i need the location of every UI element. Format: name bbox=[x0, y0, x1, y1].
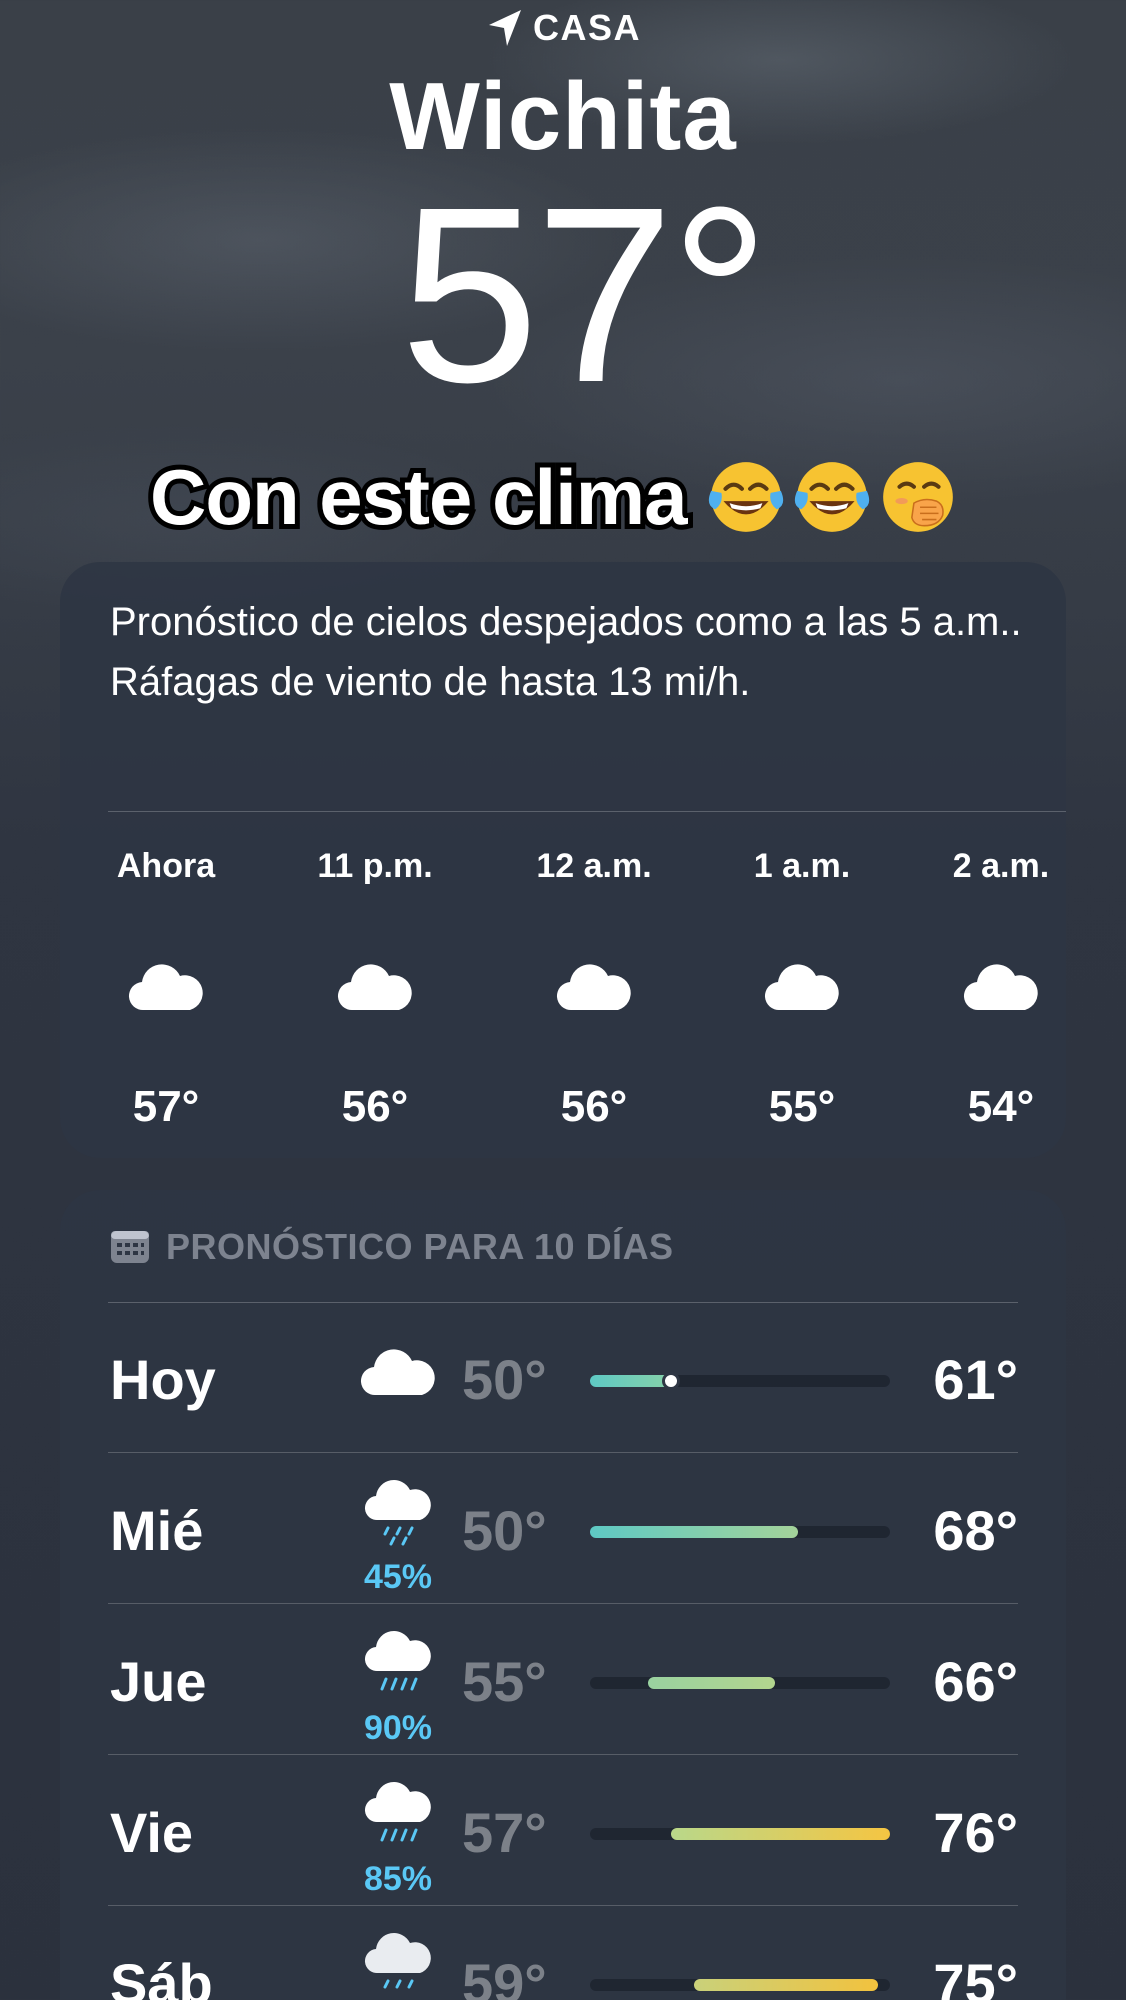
day-low: 59° bbox=[462, 1952, 547, 2000]
day-row[interactable]: Jue 90% 55° 66° bbox=[108, 1605, 1018, 1755]
current-temperature: 57° bbox=[399, 155, 770, 434]
cloud-icon bbox=[128, 964, 203, 1011]
hourly-item[interactable]: Ahora 57° bbox=[76, 562, 256, 1158]
temperature-range-fill bbox=[670, 1828, 890, 1840]
video-caption: Con este clima bbox=[145, 448, 959, 546]
cloud-rain-icon bbox=[364, 1631, 431, 1691]
tears-of-joy-emoji bbox=[794, 462, 869, 532]
hourly-item[interactable]: 1 a.m. 55° bbox=[712, 562, 892, 1158]
day-high: 66° bbox=[933, 1650, 1018, 1713]
temperature-range-bar bbox=[590, 1372, 890, 1390]
day-row[interactable]: Sáb 59° 75° bbox=[108, 1907, 1018, 2000]
day-name: Vie bbox=[110, 1801, 194, 1864]
day-name: Mié bbox=[110, 1499, 204, 1562]
day-low: 50° bbox=[462, 1348, 547, 1411]
hour-temperature: 54° bbox=[967, 1082, 1035, 1131]
hour-temperature: 55° bbox=[768, 1082, 836, 1131]
emoji-row bbox=[705, 456, 959, 538]
day-row[interactable]: Mié 45% 50° 68° bbox=[108, 1454, 1018, 1604]
hour-label: 11 p.m. bbox=[317, 847, 433, 885]
hour-label: 12 a.m. bbox=[536, 847, 652, 885]
day-high: 61° bbox=[933, 1348, 1018, 1411]
cloud-icon bbox=[337, 964, 412, 1011]
location-label: CASA bbox=[532, 7, 641, 48]
daily-header: PRONÓSTICO PARA 10 DÍAS bbox=[110, 1226, 674, 1268]
hand-over-mouth-emoji bbox=[882, 462, 953, 532]
precipitation-chance: 85% bbox=[363, 1860, 433, 1898]
hour-temperature: 56° bbox=[341, 1082, 409, 1131]
row-divider bbox=[108, 1603, 1018, 1604]
cloud-rain-icon bbox=[364, 1480, 431, 1546]
temperature-range-fill bbox=[693, 1979, 879, 1991]
day-low: 55° bbox=[462, 1650, 547, 1713]
day-low: 57° bbox=[462, 1801, 547, 1864]
cloud-rain-icon bbox=[364, 1782, 431, 1842]
precipitation-chance: 90% bbox=[363, 1709, 433, 1747]
cloud-rain-icon bbox=[364, 1933, 431, 1989]
caption-text: Con este clima bbox=[145, 448, 693, 546]
temperature-range-fill bbox=[647, 1677, 775, 1689]
day-row[interactable]: Vie 85% 57° 76° bbox=[108, 1756, 1018, 1906]
cloud-icon bbox=[556, 964, 631, 1011]
temperature-range-fill bbox=[590, 1375, 671, 1387]
row-divider bbox=[108, 1905, 1018, 1906]
tears-of-joy-emoji bbox=[708, 462, 783, 532]
temperature-range-bar bbox=[590, 1526, 890, 1538]
current-temperature-dot bbox=[661, 1372, 680, 1390]
cloud-icon bbox=[764, 964, 839, 1011]
cloud-icon bbox=[360, 1349, 435, 1396]
daily-title: PRONÓSTICO PARA 10 DÍAS bbox=[166, 1226, 674, 1267]
cloud-icon bbox=[963, 964, 1038, 1011]
day-name: Hoy bbox=[110, 1348, 216, 1411]
location-arrow-icon bbox=[488, 10, 521, 46]
day-high: 75° bbox=[933, 1952, 1018, 2000]
temperature-range-bar bbox=[590, 1677, 890, 1689]
hour-temperature: 57° bbox=[132, 1082, 200, 1131]
location-row: CASA bbox=[0, 4, 1126, 52]
hourly-item[interactable]: 12 a.m. 56° bbox=[504, 562, 684, 1158]
day-name: Jue bbox=[110, 1650, 207, 1713]
row-divider bbox=[108, 1754, 1018, 1755]
day-row[interactable]: Hoy 50° 61° bbox=[108, 1303, 1018, 1453]
calendar-icon bbox=[111, 1231, 149, 1263]
hour-label: 2 a.m. bbox=[952, 847, 1050, 885]
day-name: Sáb bbox=[110, 1952, 213, 2000]
temperature-range-bar bbox=[590, 1828, 890, 1840]
hourly-forecast-card[interactable]: Pronóstico de cielos despejados como a l… bbox=[60, 562, 1066, 1158]
temperature-range-fill bbox=[590, 1526, 798, 1538]
daily-forecast-card[interactable]: PRONÓSTICO PARA 10 DÍAS Hoy 50° 61° Mié … bbox=[60, 1190, 1066, 2000]
hourly-item[interactable]: 11 p.m. 56° bbox=[285, 562, 465, 1158]
day-high: 68° bbox=[933, 1499, 1018, 1562]
day-high: 76° bbox=[933, 1801, 1018, 1864]
hour-label: 1 a.m. bbox=[753, 847, 851, 885]
temperature-range-bar bbox=[590, 1979, 890, 1991]
precipitation-chance: 45% bbox=[363, 1558, 433, 1596]
hour-temperature: 56° bbox=[560, 1082, 628, 1131]
hourly-item[interactable]: 2 a.m. 54° bbox=[911, 562, 1091, 1158]
row-divider bbox=[108, 1452, 1018, 1453]
day-low: 50° bbox=[462, 1499, 547, 1562]
hour-label: Ahora bbox=[116, 847, 216, 885]
